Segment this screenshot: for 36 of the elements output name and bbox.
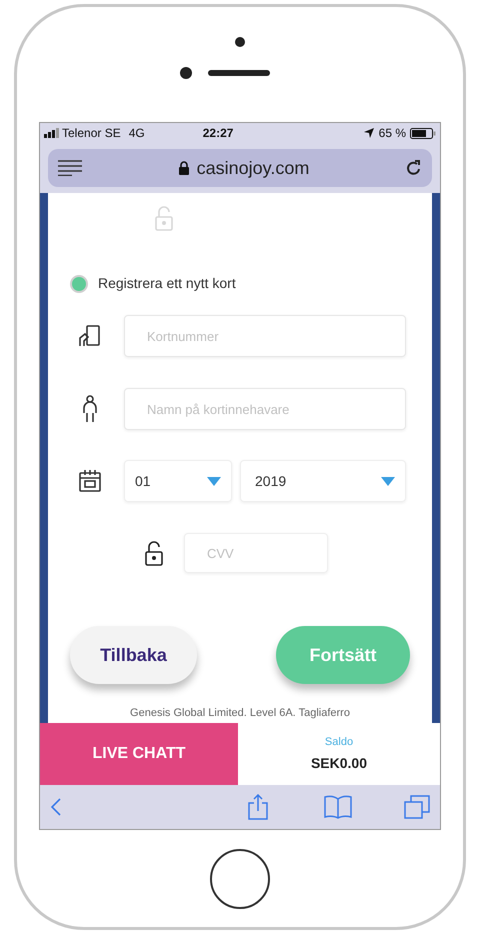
- balance-label: Saldo: [324, 735, 354, 750]
- share-icon[interactable]: [248, 794, 268, 820]
- lock-open-icon: [144, 540, 164, 566]
- dropdown-caret-icon: [207, 476, 221, 486]
- status-time: 22:27: [202, 125, 234, 142]
- cardholder-name-field[interactable]: Namn på kortinnehavare: [124, 388, 406, 430]
- month-select[interactable]: 01: [124, 460, 232, 502]
- year-select[interactable]: 2019: [240, 460, 406, 502]
- lock-icon: [178, 161, 189, 175]
- card-in-hand-icon: [78, 324, 102, 348]
- page-url: casinojoy.com: [196, 156, 310, 180]
- reload-icon[interactable]: [406, 160, 422, 176]
- balance-amount: SEK0.00: [310, 754, 368, 773]
- home-button[interactable]: [210, 848, 270, 908]
- company-address: Genesis Global Limited. Level 6A. Tagliaferro: [130, 706, 350, 720]
- book-icon[interactable]: [324, 795, 352, 819]
- battery-percent: 65 %: [378, 125, 406, 142]
- tabs-icon[interactable]: [404, 795, 430, 819]
- live-chat-button[interactable]: LIVE CHATT: [40, 723, 238, 785]
- back-icon[interactable]: [50, 798, 62, 816]
- signal-icon: [44, 128, 60, 138]
- carrier-name: Telenor SE: [62, 125, 121, 142]
- radio-button[interactable]: [70, 274, 88, 292]
- calendar-icon: [78, 469, 102, 493]
- dropdown-caret-icon: [381, 476, 395, 486]
- cvv-field[interactable]: CVV: [184, 533, 328, 573]
- battery-icon: [410, 128, 436, 138]
- radio-label: Registrera ett nytt kort: [98, 274, 236, 293]
- card-number-field[interactable]: Kortnummer: [124, 315, 406, 357]
- back-button[interactable]: Tillbaka: [70, 626, 197, 684]
- location-arrow-icon: [364, 128, 374, 138]
- speaker-grille: [208, 70, 270, 76]
- address-bar[interactable]: casinojoy.com: [48, 149, 432, 187]
- menu-icon[interactable]: [58, 160, 82, 176]
- lock-open-icon: [154, 205, 174, 231]
- network-type: 4G: [128, 125, 145, 142]
